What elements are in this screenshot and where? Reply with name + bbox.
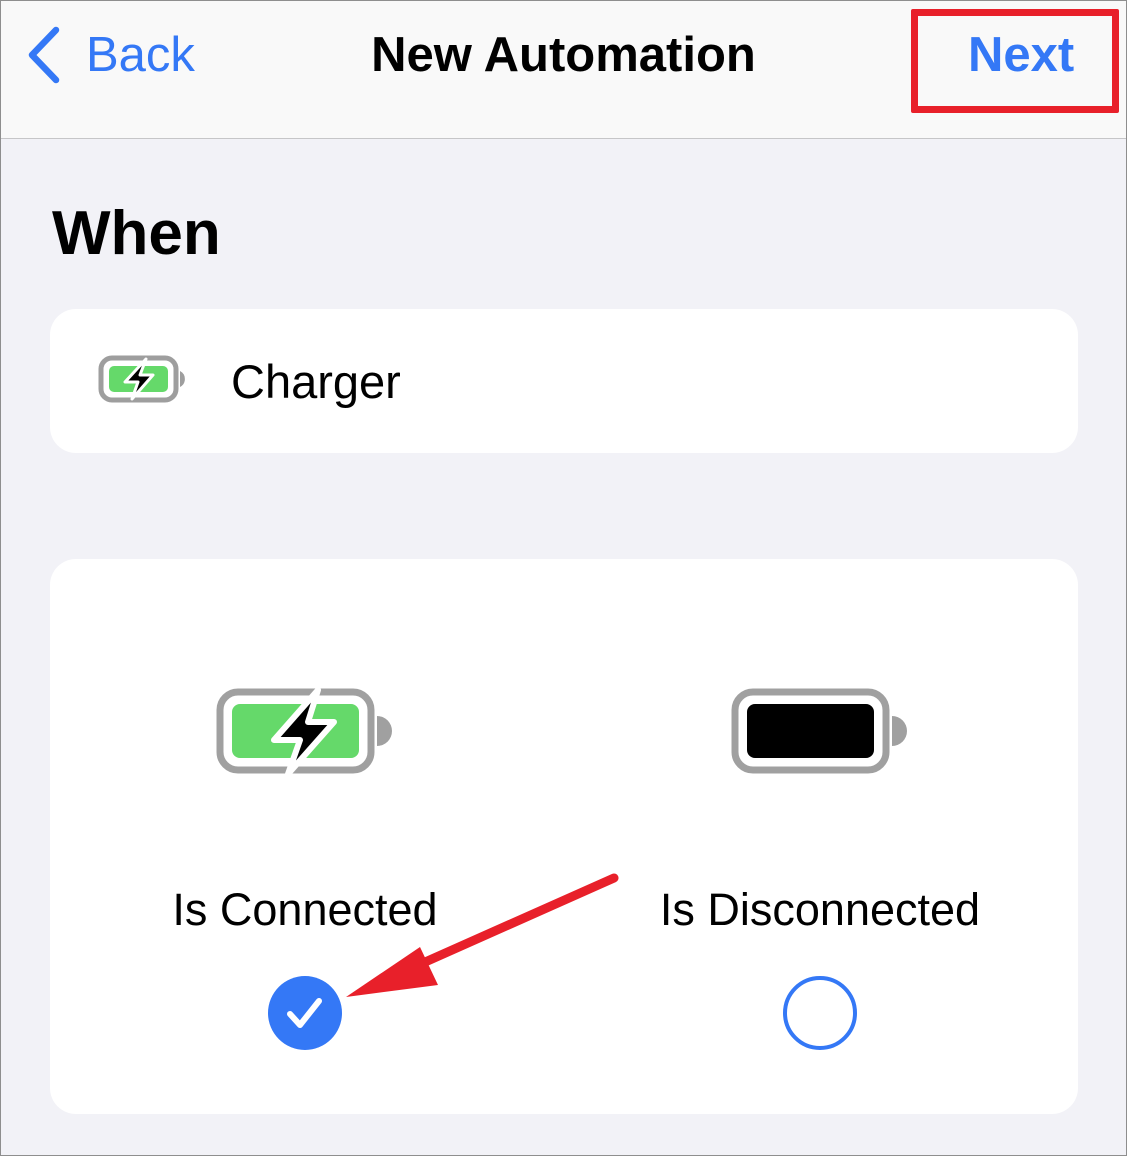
battery-charging-icon: [216, 688, 392, 776]
trigger-label: Charger: [231, 355, 401, 408]
next-highlight-box: [911, 9, 1119, 113]
radio-connected[interactable]: [268, 976, 342, 1050]
option-label-disconnected: Is Disconnected: [659, 884, 981, 935]
trigger-card[interactable]: Charger: [50, 309, 1078, 453]
section-heading: When: [52, 199, 221, 268]
battery-full-icon: [731, 688, 907, 774]
options-card: Is Connected Is Disconnected: [50, 559, 1078, 1114]
option-label-connected: Is Connected: [172, 884, 438, 935]
radio-disconnected[interactable]: [783, 976, 857, 1050]
battery-charging-icon: [98, 355, 185, 403]
checkmark-icon: [287, 998, 322, 1028]
